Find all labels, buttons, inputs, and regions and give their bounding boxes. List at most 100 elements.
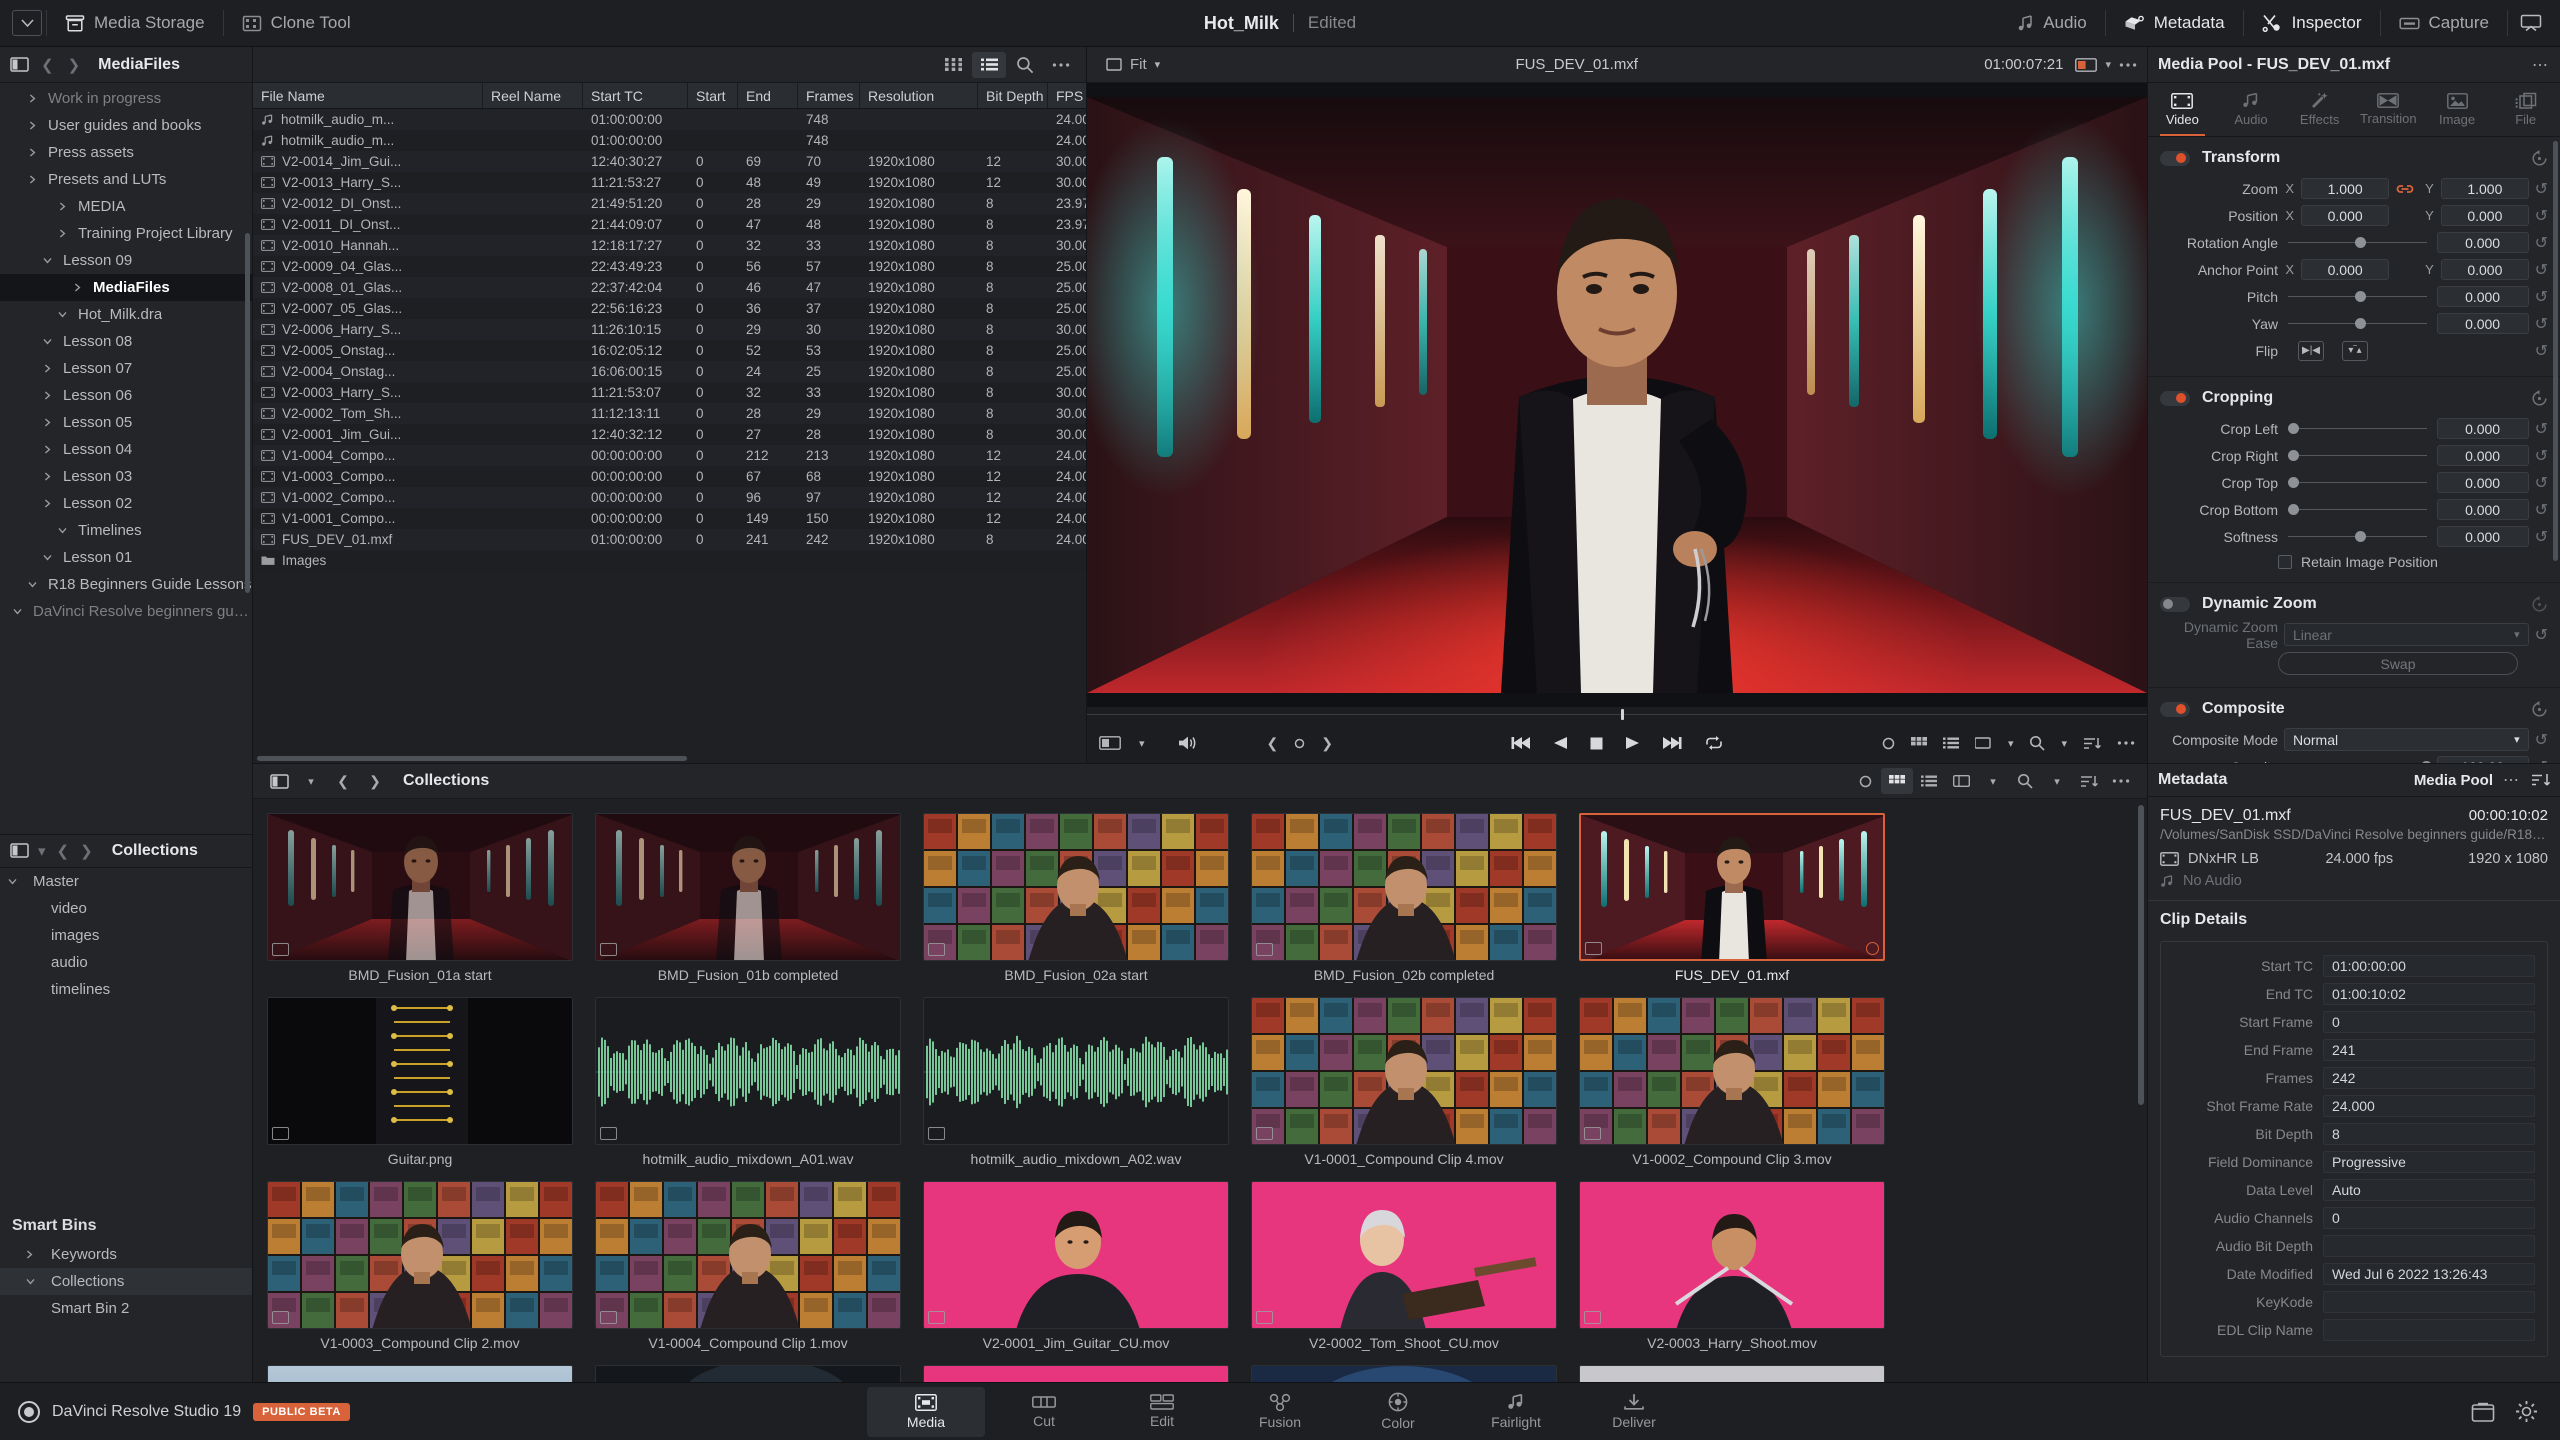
viewer-sort-icon[interactable] xyxy=(1975,737,1992,749)
capture-panel-button[interactable]: Capture xyxy=(2385,7,2503,39)
viewer-more-options-icon[interactable] xyxy=(2117,740,2135,746)
thumbnail-item[interactable]: hotmilk_audio_mixdown_A01.wav xyxy=(595,997,901,1167)
annotation-icon[interactable] xyxy=(1882,737,1895,750)
chevron-down-icon[interactable] xyxy=(8,878,26,885)
pool-marker-icon[interactable] xyxy=(1849,768,1881,794)
smart-bins-list[interactable]: KeywordsCollectionsSmart Bin 2 xyxy=(0,1241,252,1322)
file-row[interactable]: V2-0001_Jim_Gui...12:40:32:12027281920x1… xyxy=(253,424,1086,445)
clone-tool-button[interactable]: Clone Tool xyxy=(228,7,365,39)
file-row[interactable]: V2-0004_Onstag...16:06:00:15024251920x10… xyxy=(253,361,1086,382)
media-storage-button[interactable]: Media Storage xyxy=(51,7,219,39)
step-forward-icon[interactable]: ❯ xyxy=(1321,735,1333,752)
media-pool-nav-forward-icon[interactable]: ❯ xyxy=(359,768,391,794)
tree-item-r18-beginners-guide-lessons[interactable]: R18 Beginners Guide Lessons xyxy=(0,571,252,598)
zoom-x-input[interactable]: 1.000 xyxy=(2301,178,2389,199)
page-button-color[interactable]: Color xyxy=(1339,1387,1457,1437)
file-row[interactable]: V2-0010_Hannah...12:18:17:27032331920x10… xyxy=(253,235,1086,256)
thumbnail-image[interactable] xyxy=(595,997,901,1145)
audio-panel-button[interactable]: Audio xyxy=(2004,7,2100,39)
viewer-grid-icon[interactable] xyxy=(1911,737,1927,750)
viewer-scrubber[interactable] xyxy=(1087,707,2147,723)
thumbnail-item[interactable]: V1-0004_Compound Clip 1.mov xyxy=(595,1181,901,1351)
link-icon[interactable] xyxy=(2395,182,2418,196)
pitch-input[interactable]: 0.000 xyxy=(2437,286,2529,307)
yaw-reset-icon[interactable]: ↺ xyxy=(2535,314,2548,334)
file-row[interactable]: V2-0013_Harry_S...11:21:53:27048491920x1… xyxy=(253,172,1086,193)
thumbnail-item[interactable]: V2-0006_Harry_Shoot_CU.mov xyxy=(923,1365,1229,1382)
play-forward-icon[interactable] xyxy=(1624,735,1641,751)
pool-metadata-view-button[interactable] xyxy=(1945,768,1977,794)
collection-item-collections[interactable]: Collections xyxy=(0,1268,252,1295)
file-list-body[interactable]: hotmilk_audio_m...01:00:00:0074824.0001h… xyxy=(253,109,1086,763)
crop-top-input[interactable]: 0.000 xyxy=(2437,472,2529,493)
thumbnail-image[interactable] xyxy=(923,997,1229,1145)
chevron-right-icon[interactable] xyxy=(38,472,56,481)
thumbnail-view-button[interactable] xyxy=(936,52,970,78)
page-button-cut[interactable]: Cut xyxy=(985,1387,1103,1437)
file-row[interactable]: V2-0002_Tom_Sh...11:12:13:11028291920x10… xyxy=(253,403,1086,424)
file-row[interactable]: V2-0005_Onstag...16:02:05:12052531920x10… xyxy=(253,340,1086,361)
tree-item-press-assets[interactable]: Press assets xyxy=(0,139,252,166)
loop-icon[interactable] xyxy=(1703,735,1725,751)
crop-bottom-reset-icon[interactable]: ↺ xyxy=(2535,500,2548,520)
collections-nav-back-icon[interactable]: ❮ xyxy=(55,842,72,860)
dynamic-zoom-reset-icon[interactable] xyxy=(2531,596,2548,613)
thumbnail-image[interactable] xyxy=(1251,813,1557,961)
yaw-input[interactable]: 0.000 xyxy=(2437,313,2529,334)
rotation-reset-icon[interactable]: ↺ xyxy=(2535,233,2548,253)
chevron-down-icon[interactable] xyxy=(8,608,26,615)
library-tree[interactable]: Work in progressUser guides and booksPre… xyxy=(0,83,252,834)
page-button-fusion[interactable]: Fusion xyxy=(1221,1387,1339,1437)
step-back-icon[interactable]: ❮ xyxy=(1267,735,1279,752)
thumbnail-image[interactable] xyxy=(1579,1181,1885,1329)
file-row[interactable]: V2-0003_Harry_S...11:21:53:07032331920x1… xyxy=(253,382,1086,403)
toggle-collections-icon[interactable] xyxy=(10,843,29,858)
thumbnail-item[interactable] xyxy=(1579,1365,1885,1382)
anchor-reset-icon[interactable]: ↺ xyxy=(2535,260,2548,280)
column-header-frames[interactable]: Frames xyxy=(798,83,860,108)
chevron-right-icon[interactable] xyxy=(53,202,71,211)
crop-left-input[interactable]: 0.000 xyxy=(2437,418,2529,439)
collections-nav-forward-icon[interactable]: ❯ xyxy=(78,842,95,860)
column-header-bit-depth[interactable]: Bit Depth xyxy=(978,83,1048,108)
chevron-down-icon[interactable] xyxy=(26,1278,44,1285)
thumbnail-item[interactable]: V1-0003_Compound Clip 2.mov xyxy=(267,1181,573,1351)
viewer-mode-chevron-down-icon[interactable]: ▾ xyxy=(1139,737,1145,750)
crop-top-slider[interactable] xyxy=(2288,472,2427,493)
crop-left-slider[interactable] xyxy=(2288,418,2427,439)
thumbnail-image[interactable] xyxy=(1251,1365,1557,1382)
softness-input[interactable]: 0.000 xyxy=(2437,526,2529,547)
column-header-resolution[interactable]: Resolution xyxy=(860,83,978,108)
tree-item-lesson-09[interactable]: Lesson 09 xyxy=(0,247,252,274)
thumbnail-item[interactable]: Guitar.png xyxy=(267,997,573,1167)
metadata-sort-icon[interactable] xyxy=(2531,773,2550,787)
tree-item-hot-milk-dra[interactable]: Hot_Milk.dra xyxy=(0,301,252,328)
chevron-right-icon[interactable] xyxy=(68,283,86,292)
tree-item-training-project-library[interactable]: Training Project Library xyxy=(0,220,252,247)
scrubber-playhead[interactable] xyxy=(1621,709,1624,720)
opacity-input[interactable]: 100.00 xyxy=(2437,756,2529,763)
file-list-horizontal-scrollbar[interactable] xyxy=(257,756,687,761)
dynamic-zoom-swap-button[interactable]: Swap xyxy=(2278,652,2518,675)
position-reset-icon[interactable]: ↺ xyxy=(2535,206,2548,226)
pool-list-view-button[interactable] xyxy=(1913,768,1945,794)
crop-top-reset-icon[interactable]: ↺ xyxy=(2535,473,2548,493)
viewer-zoom-chevron-icon[interactable]: ▾ xyxy=(2061,737,2067,750)
thumbnail-image[interactable] xyxy=(267,1181,573,1329)
thumbnail-item[interactable]: V2-0003_Harry_Shoot.mov xyxy=(1579,1181,1885,1351)
tree-item-lesson-07[interactable]: Lesson 07 xyxy=(0,355,252,382)
thumbnail-item[interactable]: V1-0001_Compound Clip 4.mov xyxy=(1251,997,1557,1167)
chevron-down-icon[interactable] xyxy=(23,581,41,588)
media-pool-nav-back-icon[interactable]: ❮ xyxy=(327,768,359,794)
thumbnail-image[interactable] xyxy=(267,997,573,1145)
tree-item-lesson-01[interactable]: Lesson 01 xyxy=(0,544,252,571)
thumbnail-item[interactable]: BMD_Fusion_01b completed xyxy=(595,813,901,983)
viewer-chevron-down-icon[interactable]: ▾ xyxy=(2105,58,2111,71)
collapse-ui-button[interactable] xyxy=(2512,8,2550,38)
viewer-chevron-icon[interactable]: ▾ xyxy=(2008,737,2014,750)
stop-icon[interactable] xyxy=(1589,736,1604,751)
chevron-right-icon[interactable] xyxy=(38,391,56,400)
pool-thumbnail-view-button[interactable] xyxy=(1881,768,1913,794)
thumbnail-item[interactable]: V1-0002_Compound Clip 3.mov xyxy=(1579,997,1885,1167)
column-header-start[interactable]: Start xyxy=(688,83,738,108)
